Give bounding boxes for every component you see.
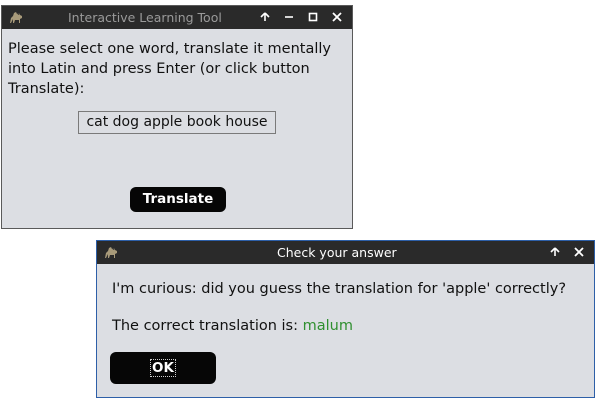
answer-label: The correct translation is:	[112, 318, 303, 334]
maximize-icon[interactable]	[304, 6, 322, 29]
dialog-title: Check your answer	[277, 245, 397, 260]
check-answer-dialog: Check your answer I'm curious: did you g…	[96, 240, 595, 398]
word-list-field[interactable]: cat dog apple book house	[78, 111, 276, 134]
minimize-icon[interactable]	[280, 6, 298, 29]
close-icon[interactable]	[328, 6, 346, 29]
ok-button-label: OK	[150, 359, 176, 377]
camel-app-icon	[8, 9, 25, 26]
main-window: Interactive Learning Tool Please select …	[1, 5, 353, 229]
window-title: Interactive Learning Tool	[68, 10, 222, 25]
camel-app-icon	[103, 244, 120, 261]
keep-above-icon[interactable]	[546, 241, 564, 264]
keep-above-icon[interactable]	[256, 6, 274, 29]
question-text: I'm curious: did you guess the translati…	[112, 281, 567, 297]
answer-value: malum	[302, 318, 353, 334]
dialog-titlebar[interactable]: Check your answer	[97, 241, 594, 264]
instruction-text: Please select one word, translate it men…	[8, 41, 331, 97]
main-titlebar[interactable]: Interactive Learning Tool	[2, 6, 352, 29]
close-icon[interactable]	[570, 241, 588, 264]
translate-button[interactable]: Translate	[130, 187, 226, 212]
answer-line: The correct translation is: malum	[112, 318, 353, 334]
ok-button[interactable]: OK	[110, 352, 216, 384]
